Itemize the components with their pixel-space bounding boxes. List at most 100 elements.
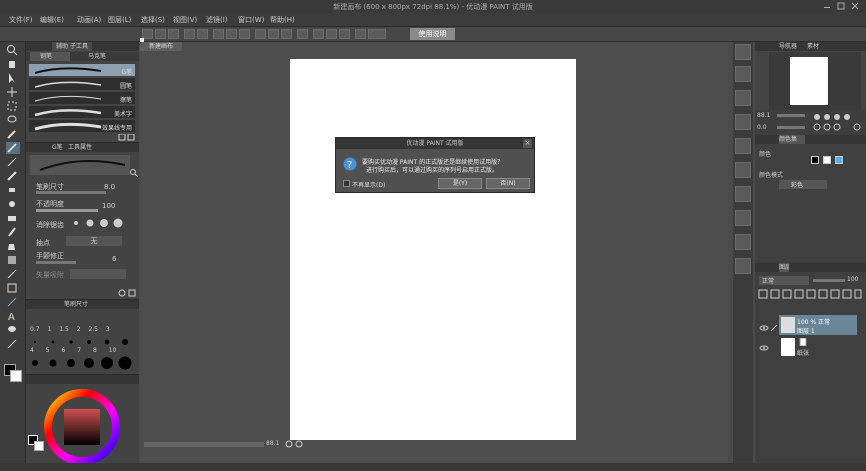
undo-button[interactable]: [184, 29, 195, 39]
selection-tool[interactable]: [6, 100, 20, 112]
colorset-transparent-swatch[interactable]: [835, 156, 843, 164]
navigator-buttons[interactable]: [811, 112, 863, 132]
brush-item-round[interactable]: 圆笔: [29, 78, 135, 91]
layer-item-paper[interactable]: 纸张: [779, 337, 857, 357]
brush-size-dots[interactable]: [30, 338, 138, 346]
strip-button-2[interactable]: [735, 66, 751, 82]
select-all-button[interactable]: [239, 29, 250, 39]
menu-edit[interactable]: 编辑(E): [40, 15, 64, 25]
dialog-close-button[interactable]: ×: [523, 139, 532, 148]
balloon-tool[interactable]: [6, 324, 20, 336]
text-tool[interactable]: A: [6, 310, 20, 323]
pen-tool[interactable]: [6, 142, 20, 154]
tool-settings-icon[interactable]: [130, 169, 139, 178]
color-wheel-icon[interactable]: [44, 389, 120, 465]
sub-color-swatch[interactable]: [10, 370, 22, 382]
decoration-tool[interactable]: [6, 198, 20, 210]
redo-button[interactable]: [197, 29, 208, 39]
zoom-tool[interactable]: [6, 44, 20, 56]
subtool-actions[interactable]: [118, 133, 136, 141]
antialias-options[interactable]: [70, 217, 132, 229]
colorset-main-swatch[interactable]: [811, 156, 819, 164]
size-8[interactable]: 8: [93, 347, 97, 354]
size-1[interactable]: 1: [47, 326, 51, 333]
eraser-tool[interactable]: [6, 212, 20, 224]
tab-color-set[interactable]: 颜色集: [779, 135, 805, 144]
figure-tool[interactable]: [6, 268, 20, 280]
line-correction-tool[interactable]: [6, 338, 20, 350]
brush-item-lettering[interactable]: 美术字: [29, 106, 135, 119]
navigator-zoom-slider[interactable]: [777, 114, 805, 117]
fill-button[interactable]: [297, 29, 308, 39]
brush-size-row2[interactable]: 4 5 6 7 8 10: [30, 347, 140, 354]
size-0-7[interactable]: 0.7: [30, 326, 40, 333]
fill-tool[interactable]: [6, 240, 20, 252]
zoom-buttons[interactable]: [285, 440, 305, 448]
brush-size-big-dots[interactable]: [30, 356, 138, 370]
grid-button[interactable]: [339, 29, 350, 39]
menu-animation[interactable]: 动画(A): [77, 15, 101, 25]
stabilization-select[interactable]: 无: [66, 236, 122, 246]
menu-filter[interactable]: 滤镜(I): [206, 15, 228, 25]
menu-window[interactable]: 窗口(W): [238, 15, 264, 25]
colorset-sub-swatch[interactable]: [823, 156, 831, 164]
strip-button-6[interactable]: [735, 162, 751, 178]
usage-guide-button[interactable]: 使用说明: [410, 28, 455, 40]
menu-view[interactable]: 视图(V): [173, 15, 197, 25]
strip-button-5[interactable]: [735, 138, 751, 154]
snap-button[interactable]: [326, 29, 337, 39]
open-file-button[interactable]: [155, 29, 166, 39]
correction-slider[interactable]: [36, 261, 76, 264]
layer-item-1[interactable]: 100 % 正常 图层 1: [779, 315, 857, 335]
brush-item-rub[interactable]: 擦笔: [29, 92, 135, 105]
tab-layer[interactable]: 图层: [779, 263, 789, 272]
gradient-tool[interactable]: [6, 254, 20, 266]
canvas-tab[interactable]: 新建画布: [140, 42, 182, 51]
move-button[interactable]: [226, 29, 237, 39]
paper-visibility-icon[interactable]: [759, 343, 769, 353]
hand-tool[interactable]: [6, 58, 20, 70]
menu-file[interactable]: 文件(F): [9, 15, 33, 25]
layer-edit-icon[interactable]: [769, 323, 779, 333]
menu-layer[interactable]: 图层(L): [108, 15, 131, 25]
save-button[interactable]: [168, 29, 179, 39]
ruler-button[interactable]: [313, 29, 324, 39]
window-controls[interactable]: [822, 1, 862, 12]
tab-navigator[interactable]: 导航器: [779, 42, 801, 51]
strip-button-4[interactable]: [735, 114, 751, 130]
strip-button-1[interactable]: [735, 44, 751, 60]
yes-button[interactable]: 是(Y): [438, 178, 482, 189]
no-button[interactable]: 否(N): [486, 178, 530, 189]
blend-mode-select[interactable]: 正常: [759, 276, 809, 285]
layer-opacity[interactable]: 100: [847, 276, 858, 283]
import-button[interactable]: [355, 29, 366, 39]
eyedropper-tool[interactable]: [6, 128, 20, 140]
frame-tool[interactable]: [6, 282, 20, 294]
opacity-value[interactable]: 100: [102, 202, 115, 210]
menu-help[interactable]: 帮助(H): [270, 15, 295, 25]
brush-size-tab[interactable]: 笔刷尺寸: [52, 300, 102, 309]
invert-button[interactable]: [268, 29, 279, 39]
dont-show-checkbox[interactable]: [343, 180, 350, 187]
layer-opacity-slider[interactable]: [813, 279, 845, 282]
clear-button[interactable]: [281, 29, 292, 39]
subtool-header-tab[interactable]: 辅助 子工具: [52, 42, 92, 51]
layer-visibility-icon[interactable]: [759, 323, 769, 333]
navigator-rotation-slider[interactable]: [777, 126, 805, 129]
strip-button-10[interactable]: [735, 258, 751, 274]
transform-button[interactable]: [213, 29, 224, 39]
airbrush-tool[interactable]: [6, 184, 20, 196]
strip-button-3[interactable]: [735, 90, 751, 106]
size-1-5[interactable]: 1.5: [59, 326, 69, 333]
size-10[interactable]: 10: [109, 347, 117, 354]
move-layer-tool[interactable]: [6, 86, 20, 98]
size-4[interactable]: 4: [30, 347, 34, 354]
tool-property-tab[interactable]: 工具属性: [68, 143, 98, 152]
dropdown-button[interactable]: [368, 29, 386, 39]
layer-toolbar[interactable]: [757, 288, 863, 300]
deselect-button[interactable]: [255, 29, 266, 39]
zoom-slider[interactable]: [144, 442, 264, 447]
pencil-tool[interactable]: [6, 156, 20, 168]
color-sub-swatch[interactable]: [34, 441, 44, 451]
size-2-5[interactable]: 2.5: [88, 326, 98, 333]
